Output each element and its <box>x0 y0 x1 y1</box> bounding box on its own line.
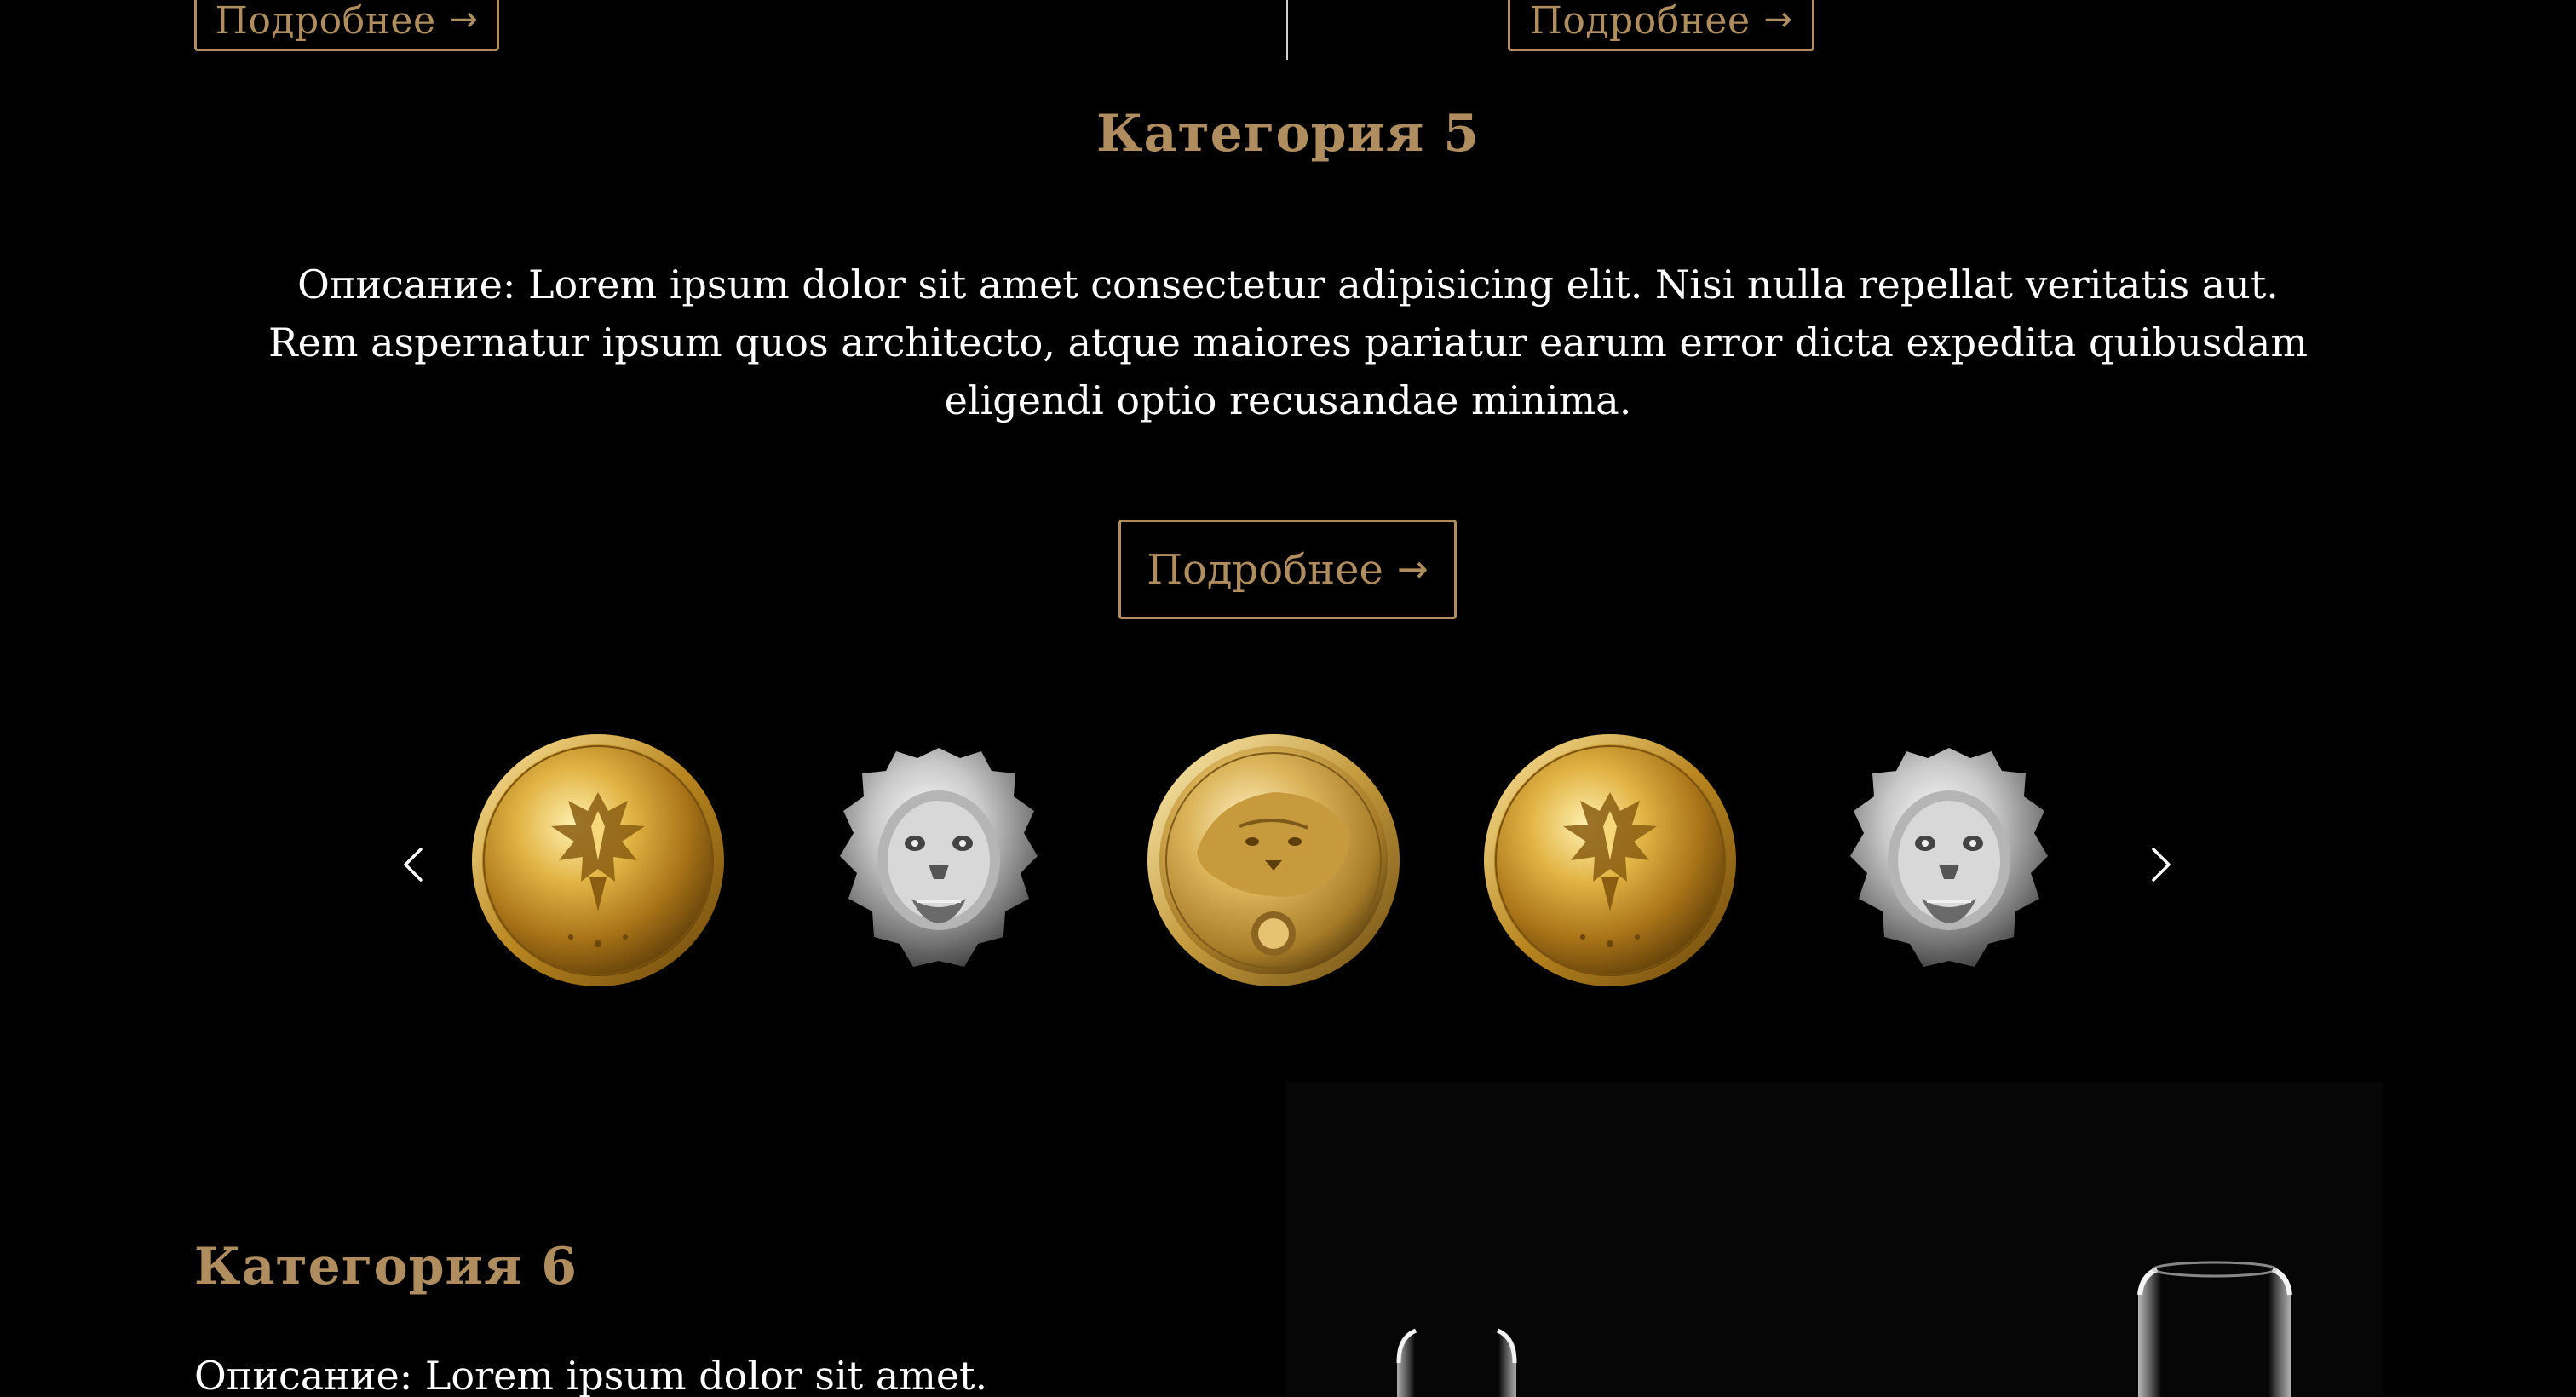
gold-eagle-coin-icon <box>1484 734 1736 986</box>
category-5-description: Описание: Lorem ipsum dolor sit amet con… <box>268 262 2308 423</box>
arrow-right-icon: → <box>1763 0 1793 39</box>
carousel-prev-button[interactable] <box>392 843 434 886</box>
top-right-more-label: Подробнее <box>1529 0 1751 43</box>
gold-leopard-coin-icon <box>1147 734 1400 986</box>
chevron-right-icon <box>2152 848 2171 882</box>
gold-eagle-coin-icon <box>472 734 724 986</box>
top-right-more-button[interactable]: Подробнее → <box>1508 0 1814 51</box>
column-divider <box>1286 0 1288 60</box>
carousel-next-button[interactable] <box>2140 843 2182 886</box>
carousel-item-silver-lion[interactable] <box>811 733 1067 988</box>
category-6-image <box>1286 1082 2383 1397</box>
category-6-description: Описание: Lorem ipsum dolor sit amet. <box>194 1353 988 1397</box>
category-5-more-button[interactable]: Подробнее → <box>1118 520 1457 619</box>
top-left-more-label: Подробнее <box>215 0 436 43</box>
carousel-item-gold-leopard-coin[interactable] <box>1146 733 1401 988</box>
carousel-item-gold-eagle-coin[interactable] <box>470 733 726 988</box>
category-5-title: Категория 5 <box>1095 104 1480 164</box>
chevron-left-icon <box>404 848 423 882</box>
arrow-right-icon: → <box>449 0 479 39</box>
carousel-item-gold-eagle-coin[interactable] <box>1482 733 1738 988</box>
wine-glasses-icon <box>1286 1082 2383 1397</box>
carousel-item-silver-lion[interactable] <box>1821 733 2077 988</box>
arrow-right-icon: → <box>1396 548 1429 591</box>
category-6-title: Категория 6 <box>194 1237 578 1296</box>
silver-lion-head-icon <box>1850 748 2048 967</box>
top-left-more-button[interactable]: Подробнее → <box>194 0 499 51</box>
silver-lion-head-icon <box>840 748 1038 967</box>
category-5-more-label: Подробнее <box>1147 545 1383 594</box>
